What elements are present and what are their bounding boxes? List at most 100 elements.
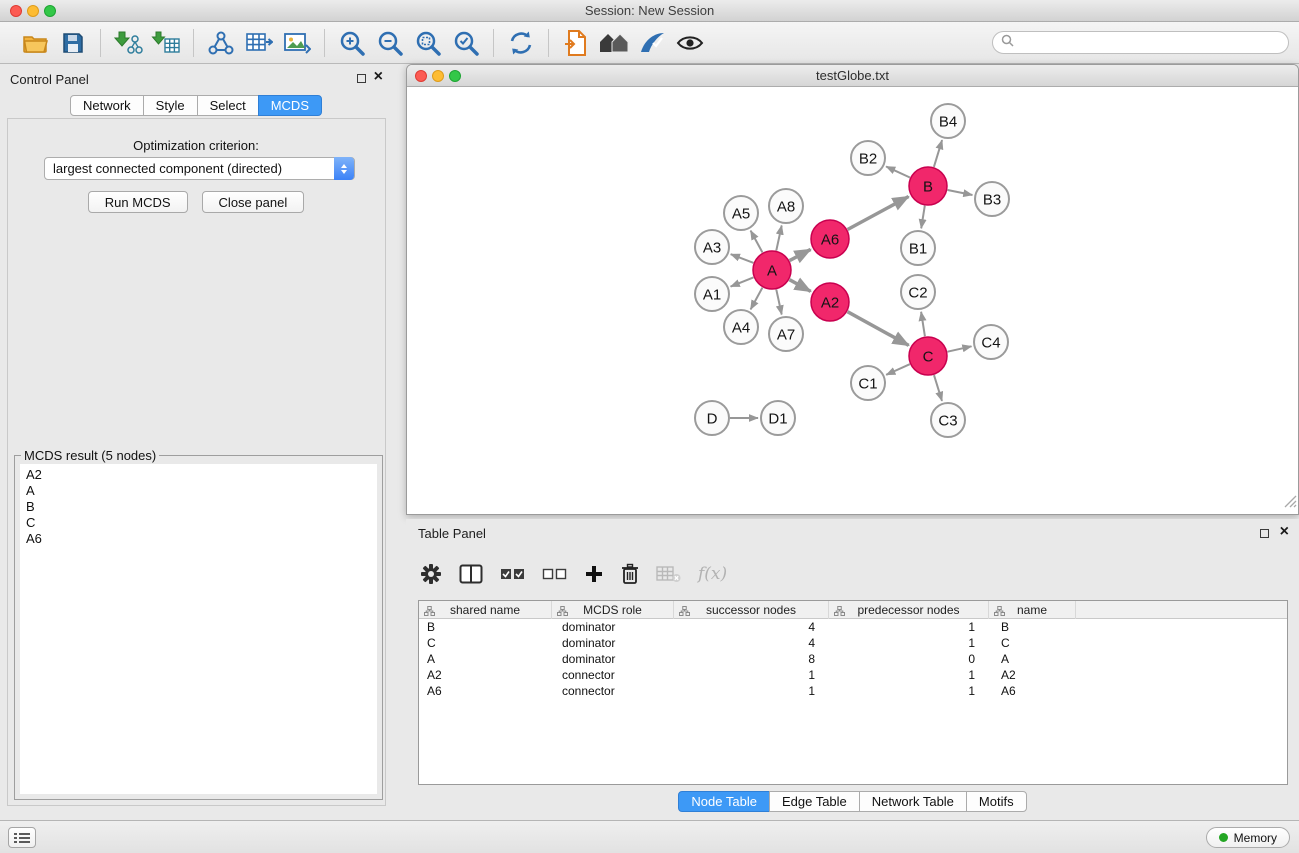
select-all-columns-icon[interactable] <box>500 567 525 581</box>
home-icon[interactable] <box>595 26 633 60</box>
node-A8[interactable]: A8 <box>769 189 803 223</box>
import-table-icon[interactable] <box>147 26 185 60</box>
table-cell[interactable]: 1 <box>829 635 989 651</box>
run-mcds-button[interactable]: Run MCDS <box>88 191 188 213</box>
import-network-icon[interactable] <box>109 26 147 60</box>
node-C2[interactable]: C2 <box>901 275 935 309</box>
table-cell[interactable]: 1 <box>829 667 989 683</box>
open-folder-icon[interactable] <box>16 26 54 60</box>
node-B1[interactable]: B1 <box>901 231 935 265</box>
refresh-icon[interactable] <box>502 26 540 60</box>
table-cell[interactable]: dominator <box>552 651 674 667</box>
save-session-icon[interactable] <box>54 26 92 60</box>
zoom-in-icon[interactable] <box>333 26 371 60</box>
close-panel-icon[interactable]: × <box>374 68 383 86</box>
table-cell[interactable]: 1 <box>674 683 829 699</box>
edge-B-B3[interactable] <box>948 190 973 195</box>
edge-A-A4[interactable] <box>751 288 763 310</box>
edge-B-B4[interactable] <box>934 140 942 167</box>
node-A6[interactable]: A6 <box>811 220 849 258</box>
edge-A-A3[interactable] <box>731 254 754 263</box>
export-network-icon[interactable] <box>202 26 240 60</box>
edge-A-A7[interactable] <box>776 290 781 315</box>
search-field[interactable] <box>992 31 1289 54</box>
edge-A-A8[interactable] <box>776 226 781 251</box>
search-input[interactable] <box>1019 35 1280 50</box>
mcds-result-item[interactable]: A6 <box>26 531 371 547</box>
node-C[interactable]: C <box>909 337 947 375</box>
node-B3[interactable]: B3 <box>975 182 1009 216</box>
table-cell[interactable]: A2 <box>989 667 1076 683</box>
edge-B-B2[interactable] <box>886 167 910 178</box>
node-A3[interactable]: A3 <box>695 230 729 264</box>
deselect-all-columns-icon[interactable] <box>542 567 567 581</box>
mcds-result-item[interactable]: A2 <box>26 467 371 483</box>
zoom-fit-icon[interactable] <box>409 26 447 60</box>
node-A5[interactable]: A5 <box>724 196 758 230</box>
tab-select[interactable]: Select <box>197 95 259 116</box>
task-history-list-icon[interactable] <box>8 827 36 848</box>
memory-button[interactable]: Memory <box>1206 827 1290 848</box>
column-header-successor-nodes[interactable]: successor nodes <box>674 601 829 619</box>
mcds-result-item[interactable]: C <box>26 515 371 531</box>
edge-A-A5[interactable] <box>751 231 763 253</box>
tab-node-table[interactable]: Node Table <box>678 791 770 812</box>
node-A4[interactable]: A4 <box>724 310 758 344</box>
column-header-shared-name[interactable]: shared name <box>419 601 552 619</box>
table-cell[interactable]: C <box>989 635 1076 651</box>
edge-A-A6[interactable] <box>790 249 811 260</box>
table-settings-gear-icon[interactable] <box>420 563 442 585</box>
node-A1[interactable]: A1 <box>695 277 729 311</box>
optimization-criterion-select[interactable]: largest connected component (directed) <box>44 157 355 180</box>
table-cell[interactable]: C <box>419 635 552 651</box>
table-cell[interactable]: dominator <box>552 619 674 635</box>
table-row[interactable]: A6connector11A6 <box>419 683 1287 699</box>
export-image-icon[interactable] <box>278 26 316 60</box>
edge-C-C3[interactable] <box>934 375 942 401</box>
zoom-out-icon[interactable] <box>371 26 409 60</box>
table-cell[interactable]: A2 <box>419 667 552 683</box>
node-D1[interactable]: D1 <box>761 401 795 435</box>
edge-B-B1[interactable] <box>921 206 925 229</box>
tab-network[interactable]: Network <box>70 95 144 116</box>
mcds-result-list[interactable]: A2ABCA6 <box>20 464 377 794</box>
tab-style[interactable]: Style <box>143 95 198 116</box>
edge-A-A1[interactable] <box>731 277 754 286</box>
show-columns-icon[interactable] <box>459 564 483 584</box>
show-hide-eye-icon[interactable] <box>671 26 709 60</box>
node-A[interactable]: A <box>753 251 791 289</box>
tab-network-table[interactable]: Network Table <box>859 791 967 812</box>
window-resize-grip[interactable] <box>1284 495 1297 513</box>
table-cell[interactable]: A6 <box>989 683 1076 699</box>
delete-column-trash-icon[interactable] <box>621 563 639 585</box>
table-cell[interactable]: 0 <box>829 651 989 667</box>
node-B4[interactable]: B4 <box>931 104 965 138</box>
column-header-name[interactable]: name <box>989 601 1076 619</box>
tab-motifs[interactable]: Motifs <box>966 791 1027 812</box>
table-cell[interactable]: connector <box>552 683 674 699</box>
table-row[interactable]: Adominator80A <box>419 651 1287 667</box>
edge-A6-B[interactable] <box>848 197 909 230</box>
table-cell[interactable]: dominator <box>552 635 674 651</box>
float-panel-icon[interactable] <box>357 74 366 83</box>
table-cell[interactable]: 1 <box>829 683 989 699</box>
mcds-result-item[interactable]: B <box>26 499 371 515</box>
table-cell[interactable]: B <box>989 619 1076 635</box>
close-panel-button[interactable]: Close panel <box>202 191 305 213</box>
tab-edge-table[interactable]: Edge Table <box>769 791 860 812</box>
table-cell[interactable]: 8 <box>674 651 829 667</box>
node-C1[interactable]: C1 <box>851 366 885 400</box>
open-session-file-icon[interactable] <box>557 26 595 60</box>
edge-C-C1[interactable] <box>886 364 910 375</box>
edge-C-C2[interactable] <box>921 312 925 336</box>
zoom-selected-icon[interactable] <box>447 26 485 60</box>
node-C4[interactable]: C4 <box>974 325 1008 359</box>
table-row[interactable]: A2connector11A2 <box>419 667 1287 683</box>
table-cell[interactable]: 1 <box>674 667 829 683</box>
table-cell[interactable]: connector <box>552 667 674 683</box>
node-B2[interactable]: B2 <box>851 141 885 175</box>
add-column-icon[interactable] <box>584 564 604 584</box>
close-table-panel-icon[interactable]: × <box>1280 523 1289 541</box>
select-stepper-icon[interactable] <box>334 157 354 180</box>
mcds-result-item[interactable]: A <box>26 483 371 499</box>
